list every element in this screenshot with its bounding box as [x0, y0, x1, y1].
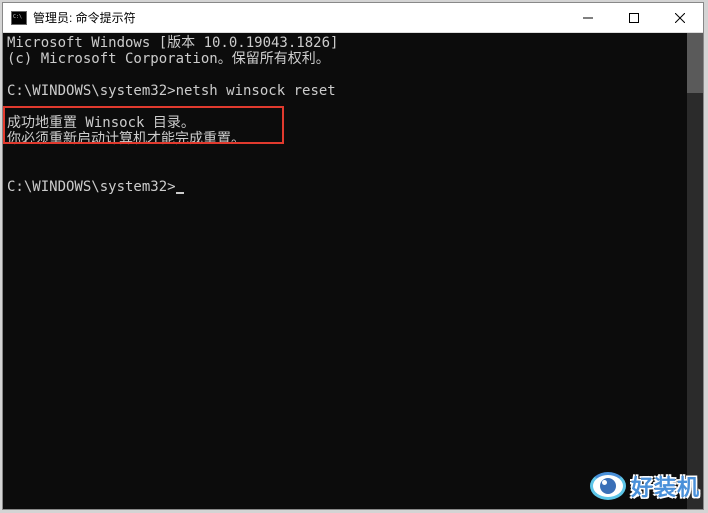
output-line: 你必须重新启动计算机才能完成重置。	[7, 131, 245, 147]
output-line: (c) Microsoft Corporation。保留所有权利。	[7, 51, 330, 67]
prompt: C:\WINDOWS\system32>	[7, 83, 176, 99]
maximize-button[interactable]	[611, 3, 657, 32]
titlebar[interactable]: 管理员: 命令提示符	[3, 3, 703, 33]
terminal-output[interactable]: Microsoft Windows [版本 10.0.19043.1826] (…	[3, 33, 703, 509]
close-button[interactable]	[657, 3, 703, 32]
command-prompt-window: 管理员: 命令提示符 Microsoft Windows [版本 10.0.19…	[2, 2, 704, 510]
maximize-icon	[629, 13, 639, 23]
output-line: 成功地重置 Winsock 目录。	[7, 115, 195, 131]
minimize-icon	[583, 13, 593, 23]
scrollbar-thumb[interactable]	[687, 33, 703, 93]
output-line: Microsoft Windows [版本 10.0.19043.1826]	[7, 35, 338, 51]
cmd-icon	[11, 11, 27, 25]
cursor	[176, 192, 184, 194]
minimize-button[interactable]	[565, 3, 611, 32]
close-icon	[675, 13, 685, 23]
prompt: C:\WINDOWS\system32>	[7, 179, 176, 195]
command-text: netsh winsock reset	[176, 83, 336, 99]
vertical-scrollbar[interactable]	[687, 33, 703, 509]
window-title: 管理员: 命令提示符	[33, 9, 565, 26]
window-controls	[565, 3, 703, 32]
